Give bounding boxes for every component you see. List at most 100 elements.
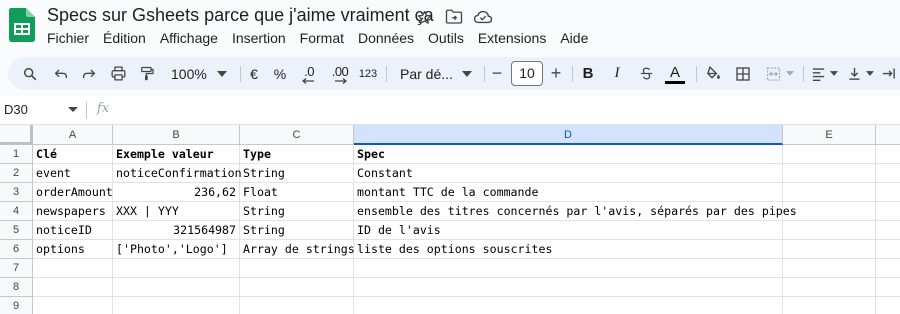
table-cell[interactable]: [783, 278, 876, 297]
row-header[interactable]: 6: [0, 240, 33, 259]
menu-outils[interactable]: Outils: [421, 28, 471, 48]
chevron-down-icon[interactable]: [68, 102, 78, 121]
undo-icon[interactable]: [49, 57, 73, 90]
zoom-select[interactable]: 100%: [168, 57, 238, 90]
more-formats-button[interactable]: 123: [357, 57, 379, 90]
table-cell[interactable]: ensemble des titres concernés par l'avis…: [354, 202, 797, 221]
table-cell[interactable]: Exemple valeur: [113, 145, 240, 164]
table-cell[interactable]: String: [240, 164, 354, 183]
table-cell[interactable]: [783, 221, 876, 240]
table-cell[interactable]: [876, 183, 900, 202]
table-cell[interactable]: [876, 259, 900, 278]
menu-extensions[interactable]: Extensions: [471, 28, 553, 48]
menu-edition[interactable]: Édition: [96, 28, 153, 48]
table-cell[interactable]: [33, 259, 113, 278]
table-cell[interactable]: options: [33, 240, 113, 259]
column-header-c[interactable]: C: [240, 125, 354, 145]
row-header[interactable]: 2: [0, 164, 33, 183]
redo-icon[interactable]: [77, 57, 101, 90]
percent-format-button[interactable]: %: [271, 57, 289, 90]
vertical-align-icon[interactable]: [845, 57, 875, 90]
table-cell[interactable]: [783, 202, 876, 221]
table-cell[interactable]: [240, 259, 354, 278]
row-header[interactable]: 4: [0, 202, 33, 221]
table-cell[interactable]: [876, 297, 900, 314]
table-cell[interactable]: [876, 145, 900, 164]
table-cell[interactable]: ID de l'avis: [354, 221, 783, 240]
print-icon[interactable]: [106, 57, 130, 90]
menu-fichier[interactable]: Fichier: [40, 28, 96, 48]
decrease-font-size-button[interactable]: −: [489, 57, 505, 90]
table-cell[interactable]: Clé: [33, 145, 113, 164]
table-cell[interactable]: noticeID: [33, 221, 113, 240]
sheets-logo-icon[interactable]: [9, 8, 35, 42]
table-cell[interactable]: [354, 259, 783, 278]
column-header-b[interactable]: B: [113, 125, 240, 145]
table-cell[interactable]: [783, 259, 876, 278]
table-cell[interactable]: String: [240, 202, 354, 221]
table-cell[interactable]: [240, 297, 354, 314]
horizontal-align-icon[interactable]: [808, 57, 840, 90]
column-header-f[interactable]: [876, 125, 900, 145]
table-cell[interactable]: Float: [240, 183, 354, 202]
row-header[interactable]: 3: [0, 183, 33, 202]
table-cell[interactable]: [876, 202, 900, 221]
table-cell[interactable]: 321564987: [113, 221, 240, 240]
table-cell[interactable]: [354, 297, 783, 314]
table-cell[interactable]: [113, 259, 240, 278]
table-cell[interactable]: [240, 278, 354, 297]
borders-icon[interactable]: [731, 57, 755, 90]
table-cell[interactable]: Type: [240, 145, 354, 164]
menu-format[interactable]: Format: [293, 28, 351, 48]
table-cell[interactable]: [876, 164, 900, 183]
merge-cells-icon[interactable]: [760, 57, 798, 90]
table-cell[interactable]: [783, 297, 876, 314]
row-header[interactable]: 5: [0, 221, 33, 240]
menu-donnees[interactable]: Données: [351, 28, 421, 48]
table-cell[interactable]: ['Photo','Logo']: [113, 240, 240, 259]
bold-button[interactable]: B: [579, 57, 597, 90]
row-header[interactable]: 8: [0, 278, 33, 297]
menu-aide[interactable]: Aide: [553, 28, 595, 48]
table-cell[interactable]: [876, 278, 900, 297]
table-cell[interactable]: Array de strings: [240, 240, 355, 259]
menu-affichage[interactable]: Affichage: [153, 28, 225, 48]
increase-decimals-button[interactable]: .00: [326, 57, 354, 90]
table-cell[interactable]: newspapers: [33, 202, 113, 221]
star-icon[interactable]: [414, 7, 434, 27]
document-title[interactable]: Specs sur Gsheets parce que j'aime vraim…: [47, 5, 434, 26]
table-cell[interactable]: Constant: [354, 164, 783, 183]
table-cell[interactable]: String: [240, 221, 354, 240]
row-header[interactable]: 1: [0, 145, 33, 164]
table-cell[interactable]: noticeConfirmation: [113, 164, 242, 183]
select-all-corner[interactable]: [0, 125, 33, 145]
italic-button[interactable]: I: [608, 57, 626, 90]
table-cell[interactable]: [113, 278, 240, 297]
row-header[interactable]: 9: [0, 297, 33, 314]
text-wrapping-icon[interactable]: [878, 57, 898, 90]
table-cell[interactable]: liste des options souscrites: [354, 240, 783, 259]
table-cell[interactable]: [783, 183, 876, 202]
formula-input[interactable]: [124, 102, 884, 119]
search-menus-icon[interactable]: [18, 57, 42, 90]
fill-color-icon[interactable]: [701, 57, 725, 90]
increase-font-size-button[interactable]: +: [548, 57, 564, 90]
text-color-button[interactable]: A: [663, 57, 687, 90]
menu-insertion[interactable]: Insertion: [225, 28, 293, 48]
table-cell[interactable]: [876, 221, 900, 240]
table-cell[interactable]: Spec: [354, 145, 783, 164]
column-header-a[interactable]: A: [33, 125, 113, 145]
table-cell[interactable]: event: [33, 164, 113, 183]
decrease-decimals-button[interactable]: .0: [297, 57, 321, 90]
font-select[interactable]: Par dé...: [400, 57, 480, 90]
table-cell[interactable]: [354, 278, 783, 297]
column-header-e[interactable]: E: [783, 125, 876, 145]
table-cell[interactable]: XXX | YYY: [113, 202, 240, 221]
table-cell[interactable]: [783, 145, 876, 164]
table-cell[interactable]: [33, 278, 113, 297]
paint-format-icon[interactable]: [135, 57, 159, 90]
font-size-input[interactable]: 10: [511, 61, 543, 86]
table-cell[interactable]: 236,62: [113, 183, 240, 202]
cloud-saved-icon[interactable]: [473, 7, 493, 27]
move-folder-icon[interactable]: [444, 7, 464, 27]
